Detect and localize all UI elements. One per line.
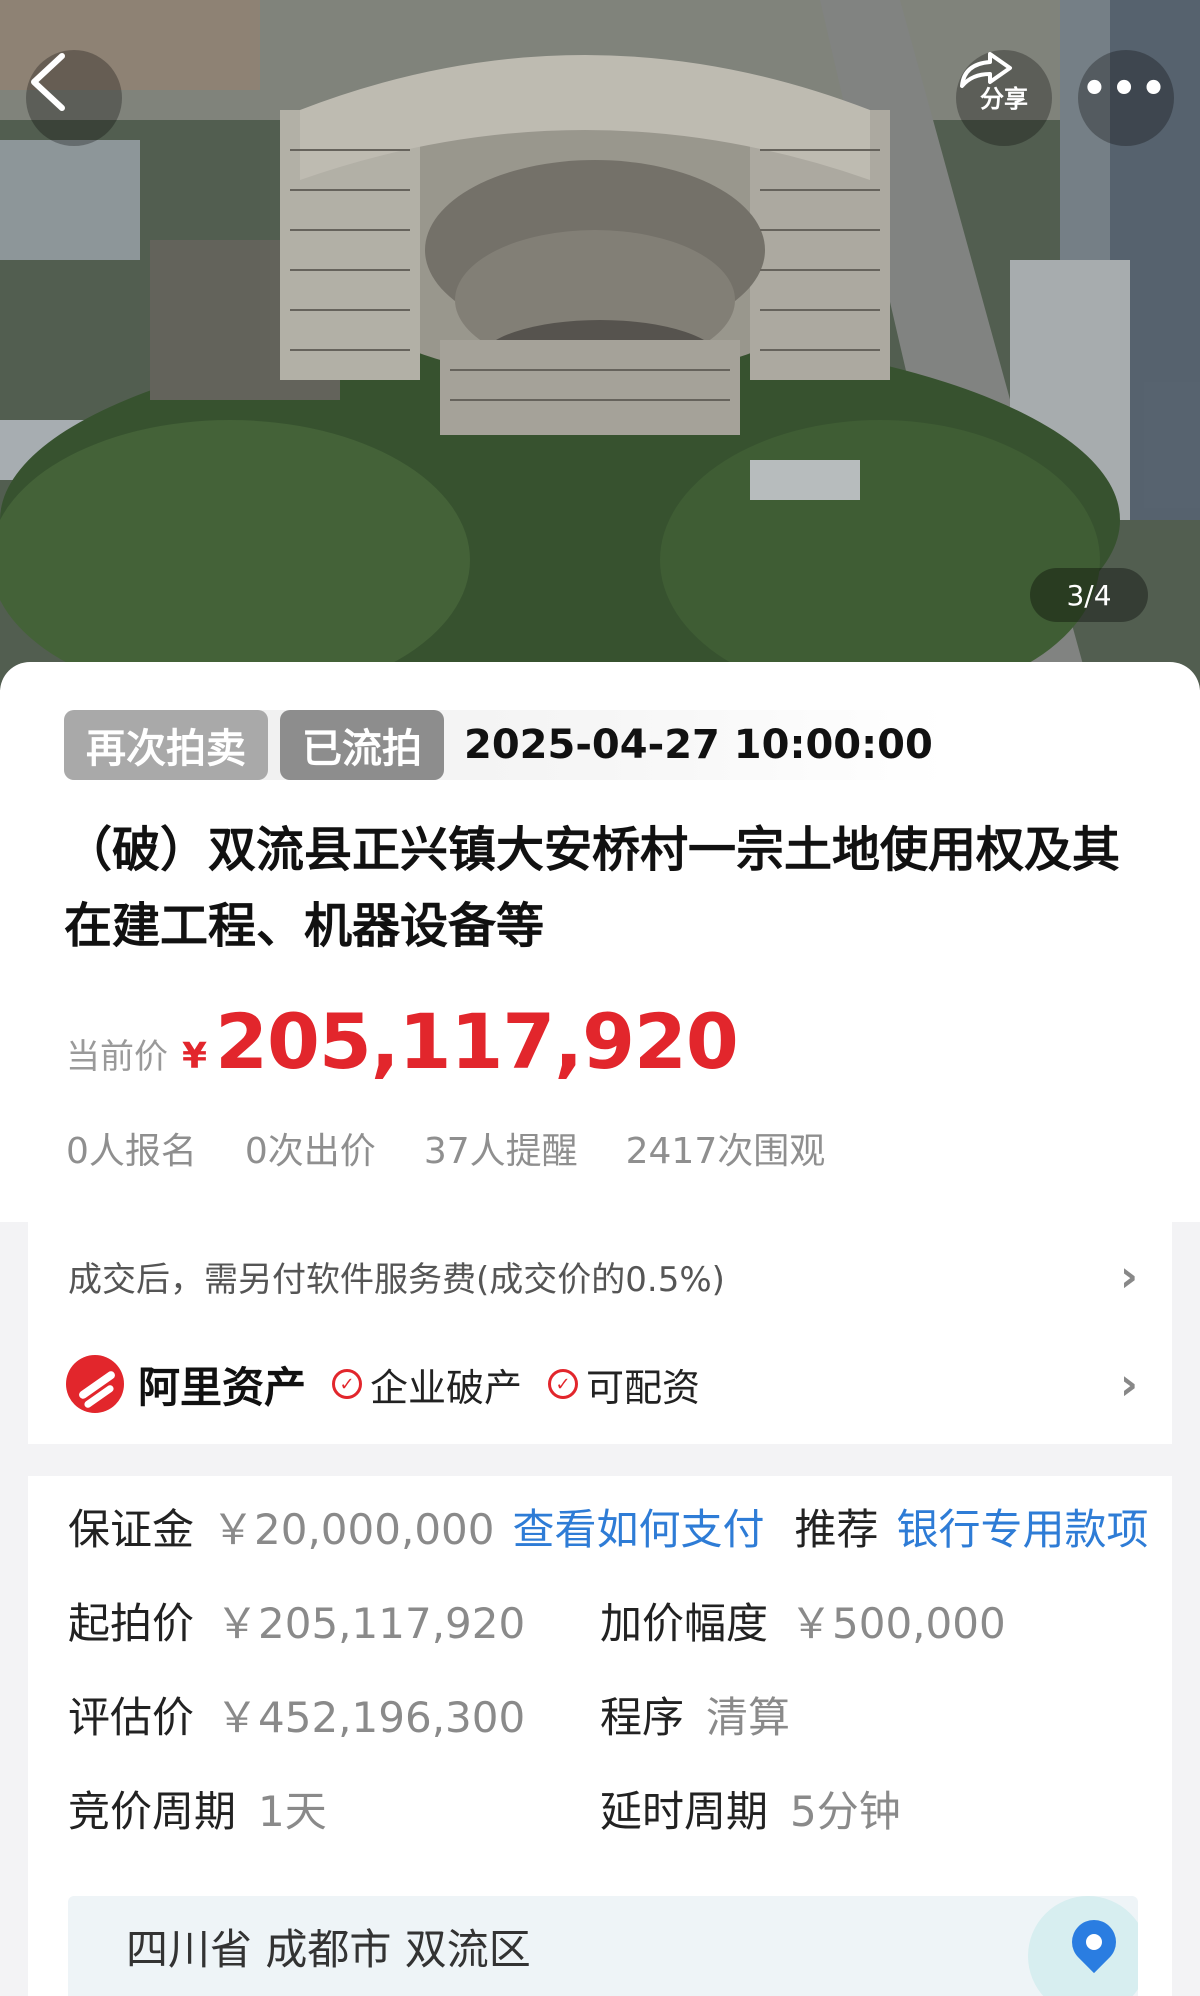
location-address: 四川省 成都市 双流区 — [126, 1925, 531, 1974]
share-arrow-icon — [960, 52, 1012, 88]
deposit-label: 保证金 — [68, 1504, 195, 1554]
platform-brand-row[interactable]: 阿里资产 ✓ 企业破产 ✓ 可配资 › — [66, 1334, 1138, 1434]
share-button[interactable]: 分享 — [956, 50, 1052, 146]
auction-details-card: 保证金 ￥20,000,000 查看如何支付 推荐 银行专用款项 起拍价 ￥20… — [28, 1476, 1172, 1996]
chevron-left-icon — [31, 53, 65, 111]
bid-cycle-label: 竞价周期 — [68, 1786, 237, 1836]
stat-views: 2417次围观 — [625, 1131, 826, 1172]
current-price-row: 当前价 ¥ 205,117,920 — [66, 997, 739, 1086]
listing-title: （破）双流县正兴镇大安桥村一宗土地使用权及其在建工程、机器设备等 — [64, 822, 1121, 954]
more-options-button[interactable]: ••• — [1078, 50, 1174, 146]
deposit-value: ￥20,000,000 — [212, 1504, 495, 1554]
badge-financing: ✓ 可配资 — [548, 1357, 700, 1412]
delay-cycle-row: 延时周期 5分钟 — [600, 1778, 901, 1838]
stat-registrations: 0人报名 — [66, 1131, 197, 1172]
current-price-label: 当前价 — [66, 1037, 168, 1077]
auction-datetime: 2025-04-27 10:00:00 — [464, 722, 933, 768]
appraisal-value: ￥452,196,300 — [216, 1692, 526, 1742]
failed-auction-tag: 已流拍 — [280, 710, 444, 780]
ali-assets-logo-icon — [66, 1355, 124, 1413]
reauction-tag: 再次拍卖 — [64, 710, 268, 780]
auction-status-row: 再次拍卖 已流拍 2025-04-27 10:00:00 — [64, 710, 947, 780]
listing-summary-card: 再次拍卖 已流拍 2025-04-27 10:00:00 （破）双流县正兴镇大安… — [0, 662, 1200, 1222]
stat-reminders: 37人提醒 — [423, 1131, 578, 1172]
increment-row: 加价幅度 ￥500,000 — [600, 1590, 1006, 1650]
delay-cycle-label: 延时周期 — [600, 1786, 769, 1836]
chevron-right-icon: › — [1119, 1250, 1138, 1302]
start-price-label: 起拍价 — [68, 1598, 195, 1648]
back-button[interactable] — [26, 50, 122, 146]
procedure-value: 清算 — [706, 1692, 791, 1742]
stat-bids: 0次出价 — [244, 1131, 376, 1172]
service-fee-text: 成交后，需另付软件服务费(成交价的0.5%) — [68, 1259, 725, 1300]
bid-cycle-value: 1天 — [258, 1786, 327, 1836]
bank-account-link[interactable]: 银行专用款项 — [897, 1496, 1149, 1557]
badge-bankruptcy: ✓ 企业破产 — [332, 1357, 522, 1412]
bid-cycle-row: 竞价周期 1天 — [68, 1778, 327, 1838]
badge-financing-label: 可配资 — [586, 1365, 701, 1410]
price-currency: ¥ — [182, 1036, 208, 1077]
check-circle-icon: ✓ — [548, 1369, 579, 1399]
more-dots-icon: ••• — [1081, 66, 1171, 112]
badge-bankruptcy-label: 企业破产 — [370, 1365, 523, 1410]
property-photo[interactable]: 分享 ••• 3/4 — [0, 0, 1200, 690]
start-price-value: ￥205,117,920 — [216, 1598, 526, 1648]
procedure-label: 程序 — [600, 1692, 685, 1742]
procedure-row: 程序 清算 — [600, 1684, 790, 1744]
check-circle-icon: ✓ — [332, 1369, 363, 1399]
service-fee-row[interactable]: 成交后，需另付软件服务费(成交价的0.5%) › — [68, 1222, 1138, 1330]
location-map[interactable]: 四川省 成都市 双流区 — [68, 1896, 1138, 1996]
delay-cycle-value: 5分钟 — [790, 1786, 901, 1836]
image-counter: 3/4 — [1030, 568, 1148, 622]
chevron-right-icon: › — [1119, 1358, 1138, 1410]
engagement-stats: 0人报名 0次出价 37人提醒 2417次围观 — [66, 1122, 873, 1174]
how-to-pay-link[interactable]: 查看如何支付 — [513, 1496, 765, 1557]
increment-label: 加价幅度 — [600, 1598, 769, 1648]
increment-value: ￥500,000 — [790, 1598, 1006, 1648]
brand-name: 阿里资产 — [138, 1362, 307, 1412]
start-price-row: 起拍价 ￥205,117,920 — [68, 1590, 525, 1650]
current-price-value: 205,117,920 — [215, 997, 739, 1086]
deposit-row: 保证金 ￥20,000,000 查看如何支付 推荐 银行专用款项 — [68, 1496, 1149, 1556]
appraisal-row: 评估价 ￥452,196,300 — [68, 1684, 525, 1744]
recommend-label: 推荐 — [794, 1504, 879, 1554]
service-info-card: 成交后，需另付软件服务费(成交价的0.5%) › 阿里资产 ✓ 企业破产 ✓ 可… — [28, 1222, 1172, 1444]
appraisal-label: 评估价 — [68, 1692, 195, 1742]
